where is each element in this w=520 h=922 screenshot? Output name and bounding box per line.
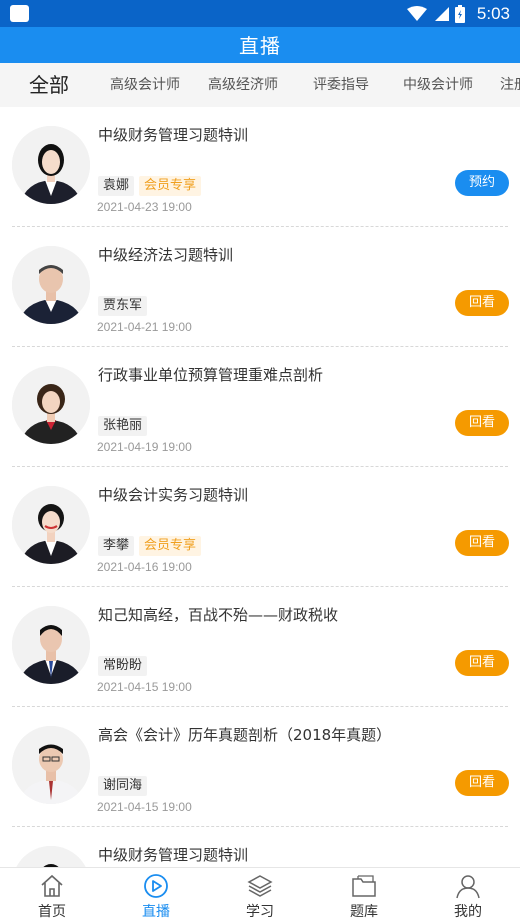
course-title: 知己知高经，百战不殆——财政税收 bbox=[98, 606, 339, 624]
course-title: 中级经济法习题特训 bbox=[98, 246, 234, 264]
course-date: 2021-04-15 19:00 bbox=[97, 800, 192, 814]
page-title: 直播 bbox=[239, 34, 281, 58]
replay-button[interactable]: 回看 bbox=[455, 410, 509, 436]
course-date: 2021-04-23 19:00 bbox=[97, 200, 192, 214]
replay-button[interactable]: 回看 bbox=[455, 290, 509, 316]
live-course-list: 中级财务管理习题特训 袁娜 会员专享 2021-04-23 19:00 预约 中… bbox=[0, 107, 520, 867]
teacher-avatar bbox=[12, 246, 90, 324]
teacher-avatar bbox=[12, 126, 90, 204]
course-title: 中级财务管理习题特训 bbox=[98, 126, 249, 144]
course-title: 中级财务管理习题特训 bbox=[98, 846, 249, 864]
course-tags: 张艳丽 bbox=[98, 416, 148, 436]
vip-badge: 会员专享 bbox=[139, 176, 202, 196]
course-date: 2021-04-19 19:00 bbox=[97, 440, 192, 454]
live-play-icon bbox=[144, 874, 168, 898]
course-tags: 常盼盼 bbox=[98, 656, 148, 676]
tab-question-bank[interactable]: 题库 bbox=[324, 868, 404, 922]
battery-icon bbox=[454, 4, 465, 23]
category-tabs: 全部 高级会计师 高级经济师 评委指导 中级会计师 注册 bbox=[0, 63, 520, 107]
course-date: 2021-04-16 19:00 bbox=[97, 560, 192, 574]
teacher-avatar bbox=[12, 726, 90, 804]
course-title: 中级会计实务习题特训 bbox=[98, 486, 249, 504]
tab-mine[interactable]: 我的 bbox=[428, 868, 508, 922]
list-item[interactable]: 中级经济法习题特训 贾东军 2021-04-21 19:00 回看 bbox=[0, 227, 520, 347]
course-title: 行政事业单位预算管理重难点剖析 bbox=[98, 366, 324, 384]
course-tags: 谢同海 bbox=[98, 776, 148, 796]
course-title: 高会《会计》历年真题剖析（2018年真题） bbox=[98, 726, 392, 744]
teacher-name: 常盼盼 bbox=[98, 656, 148, 676]
bottom-tab-bar: 首页 直播 学习 题库 我的 bbox=[0, 867, 520, 922]
tab-label: 首页 bbox=[38, 904, 66, 920]
replay-button[interactable]: 回看 bbox=[455, 650, 509, 676]
category-tab-senior-economist[interactable]: 高级经济师 bbox=[208, 63, 278, 107]
list-item[interactable]: 高会《会计》历年真题剖析（2018年真题） 谢同海 2021-04-15 19:… bbox=[0, 707, 520, 827]
teacher-name: 李攀 bbox=[98, 536, 135, 556]
course-date: 2021-04-21 19:00 bbox=[97, 320, 192, 334]
status-bar: 5:03 bbox=[0, 0, 520, 27]
teacher-avatar bbox=[12, 486, 90, 564]
teacher-avatar bbox=[12, 846, 90, 867]
list-item[interactable]: 知己知高经，百战不殆——财政税收 常盼盼 2021-04-15 19:00 回看 bbox=[0, 587, 520, 707]
course-tags: 李攀 会员专享 bbox=[98, 536, 202, 556]
course-tags: 袁娜 会员专享 bbox=[98, 176, 202, 196]
user-icon bbox=[456, 875, 480, 899]
category-tab-registered[interactable]: 注册 bbox=[500, 63, 520, 107]
vip-badge: 会员专享 bbox=[139, 536, 202, 556]
teacher-avatar bbox=[12, 606, 90, 684]
tab-label: 直播 bbox=[142, 904, 170, 920]
category-tab-intermediate-accountant[interactable]: 中级会计师 bbox=[403, 63, 473, 107]
status-time: 5:03 bbox=[476, 3, 510, 23]
tab-label: 题库 bbox=[350, 904, 378, 920]
app-notification-icon bbox=[10, 5, 29, 22]
teacher-name: 张艳丽 bbox=[98, 416, 148, 436]
replay-button[interactable]: 回看 bbox=[455, 770, 509, 796]
replay-button[interactable]: 回看 bbox=[455, 530, 509, 556]
teacher-avatar bbox=[12, 366, 90, 444]
wifi-icon bbox=[406, 5, 427, 21]
course-tags: 贾东军 bbox=[98, 296, 148, 316]
tab-label: 学习 bbox=[246, 904, 274, 920]
tab-study[interactable]: 学习 bbox=[220, 868, 300, 922]
list-item[interactable]: 中级财务管理习题特训 bbox=[0, 827, 520, 867]
home-icon bbox=[41, 874, 63, 897]
signal-icon bbox=[434, 6, 449, 21]
tab-label: 我的 bbox=[454, 904, 482, 920]
course-date: 2021-04-15 19:00 bbox=[97, 680, 192, 694]
reserve-button[interactable]: 预约 bbox=[455, 170, 509, 196]
teacher-name: 贾东军 bbox=[98, 296, 148, 316]
category-tab-judge-guidance[interactable]: 评委指导 bbox=[313, 63, 369, 107]
folder-icon bbox=[352, 875, 376, 897]
teacher-name: 袁娜 bbox=[98, 176, 135, 196]
teacher-name: 谢同海 bbox=[98, 776, 148, 796]
category-tab-senior-accountant[interactable]: 高级会计师 bbox=[110, 63, 180, 107]
list-item[interactable]: 行政事业单位预算管理重难点剖析 张艳丽 2021-04-19 19:00 回看 bbox=[0, 347, 520, 467]
tab-live[interactable]: 直播 bbox=[116, 868, 196, 922]
list-item[interactable]: 中级会计实务习题特训 李攀 会员专享 2021-04-16 19:00 回看 bbox=[0, 467, 520, 587]
tab-home[interactable]: 首页 bbox=[12, 868, 92, 922]
app-bar: 直播 bbox=[0, 27, 520, 63]
category-tab-all[interactable]: 全部 bbox=[29, 63, 69, 107]
status-indicators: 5:03 bbox=[406, 0, 510, 27]
layers-icon bbox=[247, 875, 273, 897]
list-item[interactable]: 中级财务管理习题特训 袁娜 会员专享 2021-04-23 19:00 预约 bbox=[0, 107, 520, 227]
